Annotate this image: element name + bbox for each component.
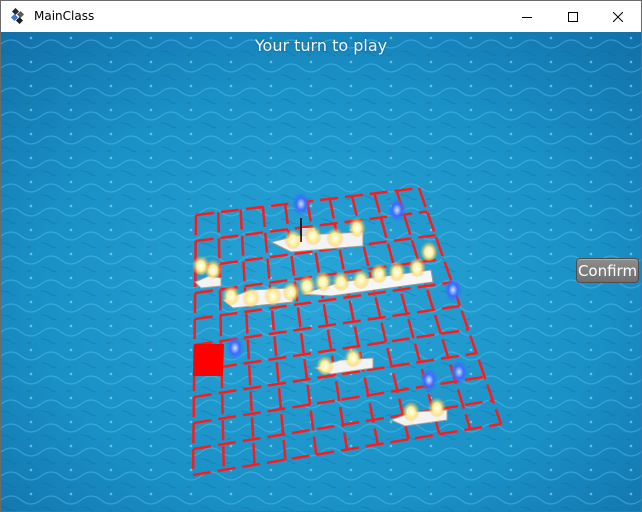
miss-splash-marker [444,278,462,302]
hit-fire-marker [332,269,350,291]
maximize-button[interactable] [550,1,596,32]
game-window: MainClass Your turn to play Confirm [0,0,642,512]
ocean-board-view[interactable] [1,32,641,511]
hit-fire-marker [282,279,300,301]
miss-splash-marker [226,336,244,360]
hit-fire-marker [242,285,260,307]
close-icon [613,11,623,22]
minimize-button[interactable] [504,1,550,32]
hit-fire-marker [314,269,332,291]
turn-status: Your turn to play [254,36,388,55]
maximize-icon [568,11,578,22]
app-logo-icon [10,8,25,24]
miss-splash-marker [292,192,310,216]
confirm-button[interactable]: Confirm [576,258,639,283]
close-button[interactable] [595,1,641,32]
hit-fire-marker [326,225,344,247]
miss-splash-marker [450,360,468,384]
window-title: MainClass [34,9,95,23]
hit-fire-marker [352,267,370,289]
hit-fire-marker [344,345,362,367]
minimize-icon [522,16,532,18]
miss-splash-marker [420,368,438,392]
title-bar[interactable]: MainClass [1,1,641,32]
hit-fire-marker [304,223,322,245]
selected-target-cell[interactable] [193,344,224,376]
game-scene[interactable]: Your turn to play Confirm [1,32,641,511]
hit-fire-marker [402,399,420,421]
hit-fire-marker [388,259,406,281]
hit-fire-marker [298,273,316,295]
hit-fire-marker [428,395,446,417]
hit-fire-marker [348,215,366,237]
hit-fire-marker [222,283,240,305]
miss-splash-marker [388,198,406,222]
hit-fire-marker [284,227,302,249]
hit-fire-marker [316,353,334,375]
hit-fire-marker [192,253,210,275]
hit-fire-marker [370,261,388,283]
hit-fire-marker [420,239,438,261]
hit-fire-marker [264,283,282,305]
